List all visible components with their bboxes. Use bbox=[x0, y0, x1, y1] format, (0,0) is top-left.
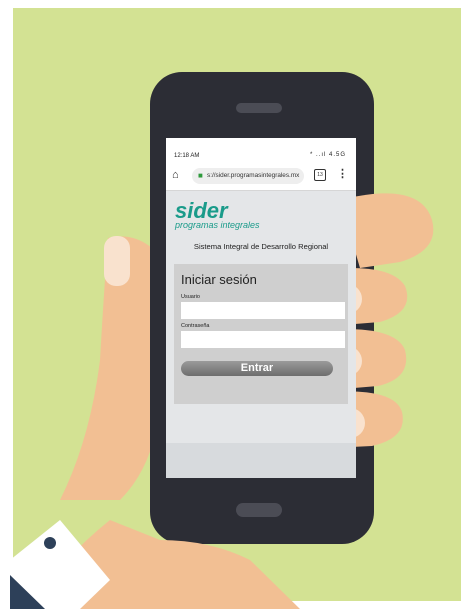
username-label: Usuario bbox=[181, 294, 200, 300]
browser-toolbar: ⌂ ■ s://sider.programasintegrales.mx 13 … bbox=[166, 162, 356, 191]
password-input[interactable] bbox=[181, 331, 345, 348]
status-time: 12:18 AM bbox=[174, 153, 200, 159]
lock-icon: ■ bbox=[198, 171, 203, 180]
thumbnail bbox=[104, 236, 130, 286]
brand-logo: sider programas integrales bbox=[175, 198, 260, 231]
home-button bbox=[236, 503, 282, 517]
site-subtitle: Sistema Integral de Desarrollo Regional bbox=[193, 242, 329, 251]
cuff-button bbox=[44, 537, 56, 549]
status-icons: * ..ıl 4.5G bbox=[309, 152, 346, 158]
address-bar[interactable]: ■ s://sider.programasintegrales.mx bbox=[192, 168, 304, 184]
tab-count[interactable]: 13 bbox=[314, 169, 326, 181]
screen-footer bbox=[166, 443, 356, 478]
logo-name: sider bbox=[175, 198, 228, 223]
logo-tagline: programas integrales bbox=[175, 220, 260, 230]
password-label: Contraseña bbox=[181, 323, 210, 329]
login-title: Iniciar sesión bbox=[181, 272, 257, 287]
speaker-grille bbox=[236, 103, 282, 113]
phone-screen: 12:18 AM * ..ıl 4.5G ⌂ ■ s://sider.progr… bbox=[166, 138, 356, 478]
menu-icon[interactable]: ⋮ bbox=[337, 167, 348, 180]
url-text: s://sider.programasintegrales.mx bbox=[207, 172, 300, 179]
login-card: Iniciar sesión Usuario Contraseña Entrar bbox=[174, 264, 348, 404]
status-bar: 12:18 AM * ..ıl 4.5G bbox=[166, 138, 356, 162]
login-button[interactable]: Entrar bbox=[181, 361, 333, 376]
username-input[interactable] bbox=[181, 302, 345, 319]
home-icon[interactable]: ⌂ bbox=[172, 169, 179, 181]
